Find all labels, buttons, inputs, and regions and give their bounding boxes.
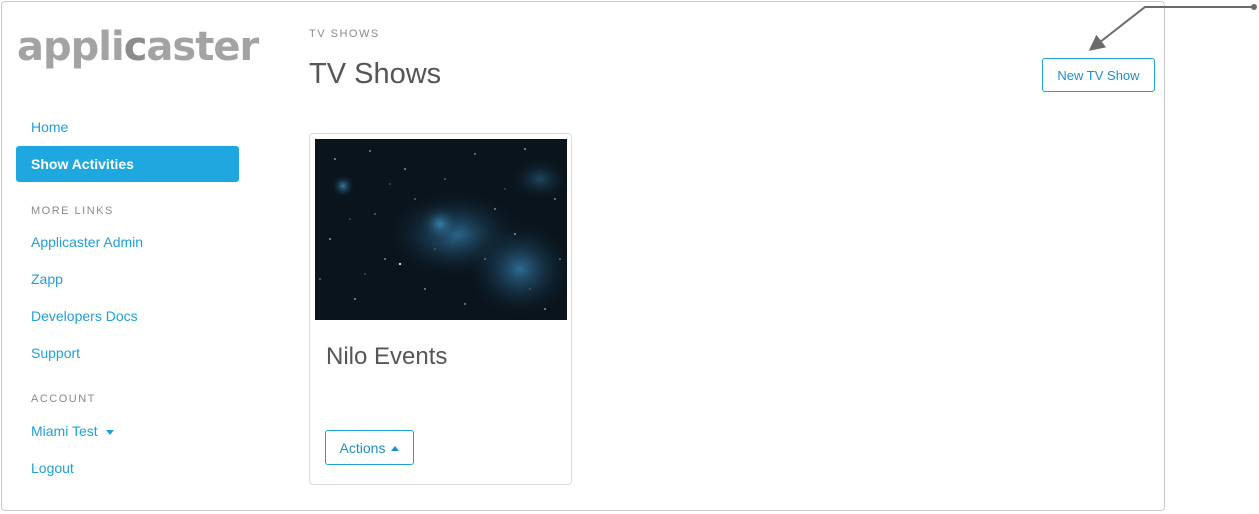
nav-zapp[interactable]: Zapp	[31, 271, 63, 287]
app-frame: applicaster Home Show Activities MORE LI…	[1, 1, 1165, 511]
card-title[interactable]: Nilo Events	[326, 343, 447, 371]
show-thumbnail-image[interactable]	[315, 139, 567, 320]
tv-show-card: Nilo Events Actions	[309, 133, 572, 485]
more-links-heading: MORE LINKS	[31, 205, 114, 217]
nav-applicaster-admin[interactable]: Applicaster Admin	[31, 234, 143, 250]
caret-up-icon	[391, 446, 400, 452]
nav-show-activities[interactable]: Show Activities	[16, 146, 239, 182]
applicaster-logo[interactable]: applicaster	[17, 24, 259, 70]
annotation-arrow-icon	[1088, 4, 1257, 51]
nav-support[interactable]: Support	[31, 345, 80, 361]
nav-developers-docs[interactable]: Developers Docs	[31, 308, 138, 324]
account-menu[interactable]: Miami Test	[31, 423, 114, 439]
nav-home[interactable]: Home	[31, 119, 68, 135]
account-heading: ACCOUNT	[31, 393, 96, 405]
nav-logout[interactable]: Logout	[31, 460, 74, 476]
caret-down-icon	[105, 429, 114, 435]
account-user-name: Miami Test	[31, 423, 98, 439]
logo-text-part: appli	[17, 24, 125, 70]
page-title: TV Shows	[309, 58, 442, 90]
logo-text-part: aster	[146, 24, 259, 70]
breadcrumb: TV SHOWS	[309, 28, 380, 40]
actions-dropdown-button[interactable]: Actions	[325, 430, 414, 465]
logo-mark: c	[123, 24, 148, 70]
actions-label: Actions	[339, 439, 386, 456]
